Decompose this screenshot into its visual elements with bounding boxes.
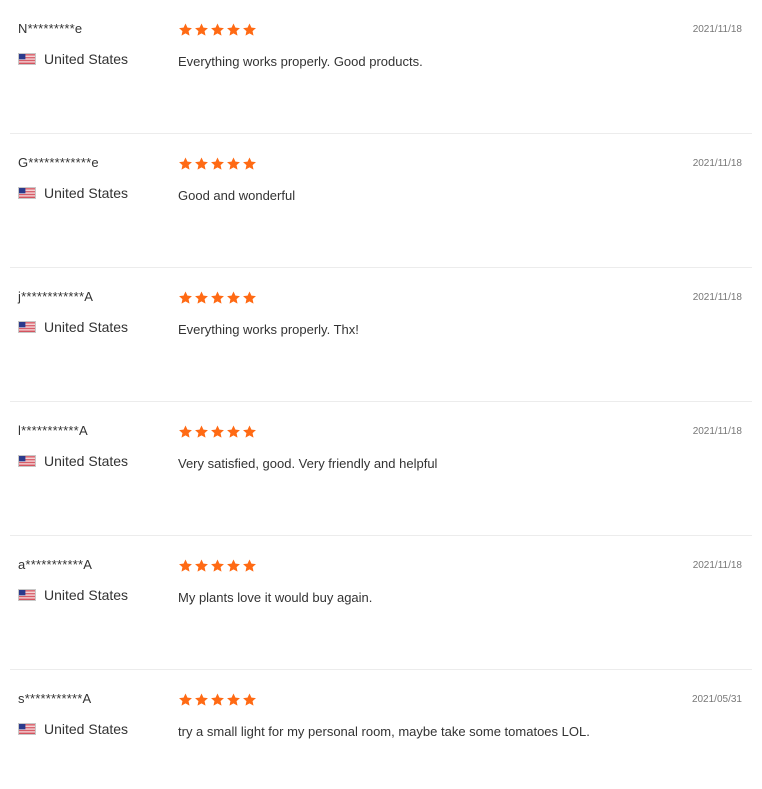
review-date: 2021/11/18	[692, 24, 742, 35]
star-icon	[242, 424, 257, 439]
review-text: Very satisfied, good. Very friendly and …	[178, 456, 438, 471]
star-icon	[178, 424, 193, 439]
star-icon	[210, 692, 225, 707]
us-flag-icon	[18, 723, 36, 735]
star-icon	[242, 22, 257, 37]
star-icon	[210, 424, 225, 439]
star-icon	[210, 156, 225, 171]
review-item: s***********A United States 2021/05/31 t…	[10, 670, 752, 789]
star-icon	[226, 424, 241, 439]
review-item: j************A United States 2021/11/18 …	[10, 268, 752, 402]
star-rating	[178, 558, 257, 573]
star-rating	[178, 424, 257, 439]
star-icon	[194, 22, 209, 37]
star-icon	[178, 290, 193, 305]
star-icon	[178, 558, 193, 573]
star-icon	[194, 558, 209, 573]
reviewer-name: l***********A	[18, 423, 88, 438]
country-name: United States	[44, 319, 129, 335]
star-icon	[194, 156, 209, 171]
review-date: 2021/11/18	[692, 426, 742, 437]
star-rating	[178, 22, 257, 37]
star-icon	[226, 558, 241, 573]
review-item: N*********e United States 2021/11/18 Eve…	[10, 0, 752, 134]
reviewer-name: G************e	[18, 155, 99, 170]
country-name: United States	[44, 721, 129, 737]
star-icon	[242, 156, 257, 171]
review-date: 2021/11/18	[692, 158, 742, 169]
star-icon	[194, 424, 209, 439]
country-name: United States	[44, 453, 129, 469]
star-icon	[178, 692, 193, 707]
review-date: 2021/05/31	[691, 694, 742, 705]
country-name: United States	[44, 51, 129, 67]
star-rating	[178, 692, 257, 707]
review-text: try a small light for my personal room, …	[178, 724, 590, 739]
star-icon	[242, 290, 257, 305]
reviewer-country: United States	[18, 721, 128, 737]
review-text: My plants love it would buy again.	[178, 590, 373, 605]
star-rating	[178, 156, 257, 171]
us-flag-icon	[18, 187, 36, 199]
reviewer-name: s***********A	[18, 691, 92, 706]
star-icon	[194, 290, 209, 305]
reviewer-country: United States	[18, 587, 128, 603]
star-icon	[226, 22, 241, 37]
review-text: Everything works properly. Thx!	[178, 322, 359, 337]
reviewer-country: United States	[18, 51, 128, 67]
star-icon	[242, 692, 257, 707]
star-icon	[242, 558, 257, 573]
review-date: 2021/11/18	[692, 292, 742, 303]
review-item: G************e United States 2021/11/18 …	[10, 134, 752, 268]
reviewer-name: j************A	[18, 289, 94, 304]
reviewer-country: United States	[18, 185, 128, 201]
review-item: l***********A United States 2021/11/18 V…	[10, 402, 752, 536]
reviewer-country: United States	[18, 319, 128, 335]
us-flag-icon	[18, 53, 36, 65]
country-name: United States	[44, 185, 129, 201]
us-flag-icon	[18, 321, 36, 333]
review-item: a***********A United States 2021/11/18 M…	[10, 536, 752, 670]
star-icon	[210, 290, 225, 305]
reviewer-name: N*********e	[18, 21, 83, 36]
star-icon	[178, 156, 193, 171]
star-icon	[210, 22, 225, 37]
review-list: N*********e United States 2021/11/18 Eve…	[0, 0, 762, 789]
review-date: 2021/11/18	[692, 560, 742, 571]
review-text: Everything works properly. Good products…	[178, 54, 423, 69]
review-text: Good and wonderful	[178, 188, 296, 203]
reviewer-country: United States	[18, 453, 128, 469]
us-flag-icon	[18, 589, 36, 601]
star-icon	[226, 156, 241, 171]
star-rating	[178, 290, 257, 305]
star-icon	[226, 692, 241, 707]
reviewer-name: a***********A	[18, 557, 93, 572]
us-flag-icon	[18, 455, 36, 467]
star-icon	[178, 22, 193, 37]
star-icon	[194, 692, 209, 707]
star-icon	[226, 290, 241, 305]
country-name: United States	[44, 587, 129, 603]
star-icon	[210, 558, 225, 573]
